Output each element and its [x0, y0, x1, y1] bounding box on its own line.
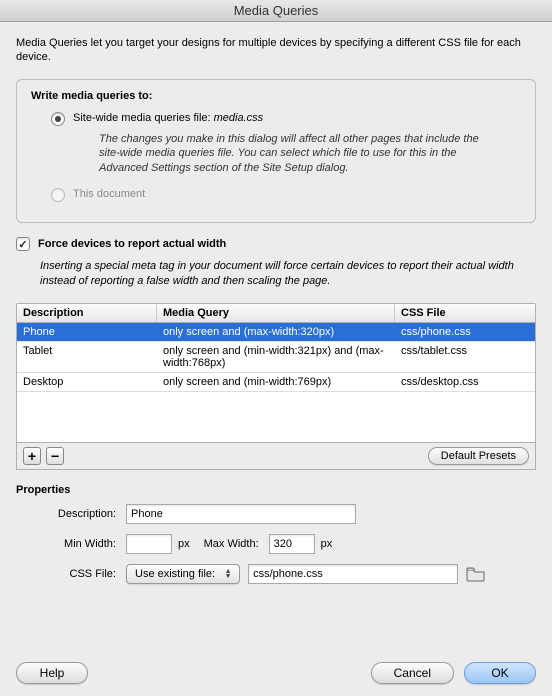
radio-sitewide-desc: The changes you make in this dialog will…	[99, 132, 501, 177]
description-label: Description:	[16, 508, 116, 520]
window-title: Media Queries	[0, 0, 552, 22]
table-footer: + − Default Presets	[16, 443, 536, 470]
css-file-mode-select[interactable]: Use existing file: ▲▼	[126, 564, 240, 584]
remove-row-button[interactable]: −	[46, 447, 64, 465]
radio-thisdoc-label: This document	[73, 188, 145, 200]
max-width-label: Max Width:	[204, 538, 259, 550]
dialog-button-bar: Help Cancel OK	[0, 650, 552, 696]
table-row[interactable]: Tablet only screen and (min-width:321px)…	[17, 342, 535, 373]
radio-sitewide-row[interactable]: Site-wide media queries file: media.css	[31, 112, 521, 126]
properties-section-label: Properties	[16, 484, 536, 496]
description-input[interactable]	[126, 504, 356, 524]
css-file-label: CSS File:	[16, 568, 116, 580]
add-row-button[interactable]: +	[23, 447, 41, 465]
radio-sitewide-label: Site-wide media queries file: media.css	[73, 112, 263, 124]
force-width-label: Force devices to report actual width	[38, 238, 226, 250]
intro-text: Media Queries let you target your design…	[16, 36, 536, 65]
max-width-unit: px	[321, 538, 333, 550]
cancel-button[interactable]: Cancel	[371, 662, 454, 684]
panel-title: Write media queries to:	[31, 90, 521, 102]
force-width-row[interactable]: Force devices to report actual width	[16, 237, 536, 251]
ok-button[interactable]: OK	[464, 662, 536, 684]
write-to-panel: Write media queries to: Site-wide media …	[16, 79, 536, 224]
radio-thisdoc-row[interactable]: This document	[31, 188, 521, 202]
table-row[interactable]: Phone only screen and (max-width:320px) …	[17, 323, 535, 342]
browse-folder-icon[interactable]	[466, 566, 486, 582]
force-width-checkbox[interactable]	[16, 237, 30, 251]
css-file-path-input[interactable]	[248, 564, 458, 584]
help-button[interactable]: Help	[16, 662, 88, 684]
th-media-query[interactable]: Media Query	[157, 304, 395, 322]
radio-thisdoc[interactable]	[51, 188, 65, 202]
default-presets-button[interactable]: Default Presets	[428, 447, 529, 465]
select-arrows-icon: ▲▼	[221, 569, 235, 579]
radio-sitewide[interactable]	[51, 112, 65, 126]
table-empty-space	[17, 392, 535, 442]
media-query-table: Description Media Query CSS File Phone o…	[16, 303, 536, 443]
min-width-unit: px	[178, 538, 190, 550]
max-width-input[interactable]	[269, 534, 315, 554]
th-css-file[interactable]: CSS File	[395, 304, 535, 322]
force-width-desc: Inserting a special meta tag in your doc…	[40, 259, 526, 289]
min-width-label: Min Width:	[16, 538, 116, 550]
table-header: Description Media Query CSS File	[17, 304, 535, 323]
min-width-input[interactable]	[126, 534, 172, 554]
th-description[interactable]: Description	[17, 304, 157, 322]
table-row[interactable]: Desktop only screen and (min-width:769px…	[17, 373, 535, 392]
